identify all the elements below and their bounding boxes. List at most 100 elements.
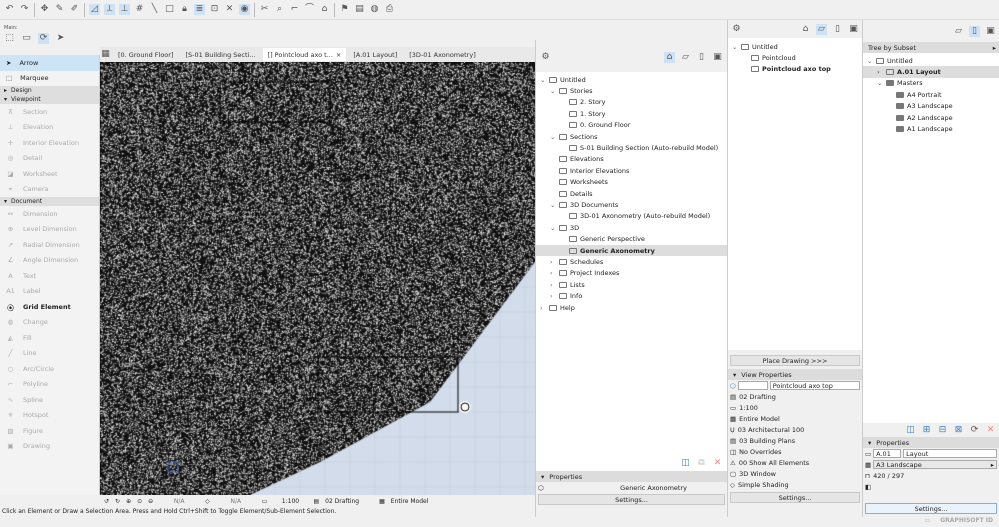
tree-item[interactable]: › Lists — [536, 279, 727, 290]
view-map-icon[interactable]: ▱ — [680, 52, 691, 63]
tool-elevation[interactable]: ⊥ Elevation — [0, 120, 99, 136]
tool-spline[interactable]: ∿ Spline — [0, 392, 99, 408]
grid-icon[interactable]: # — [134, 4, 145, 15]
guide-icon[interactable]: ⟂ — [104, 4, 115, 15]
rotate-icon[interactable]: ◇ — [205, 498, 210, 505]
tool-worksheet[interactable]: ◪ Worksheet — [0, 166, 99, 182]
navigator-options-icon[interactable]: ⚙ — [731, 24, 742, 35]
chevron-right-icon[interactable]: › — [550, 269, 556, 277]
tool-radial-dimension[interactable]: ↗ Radial Dimension — [0, 237, 99, 253]
fit-icon[interactable]: ⊖ — [148, 498, 153, 505]
3d-viewport[interactable] — [100, 62, 535, 495]
zoom-value[interactable]: N/A — [159, 498, 199, 505]
view-property-row[interactable]: ◫ No Overrides — [728, 446, 862, 457]
project-map-icon[interactable]: ⌂ — [664, 51, 675, 63]
layout-book-icon[interactable]: ▯ — [696, 52, 707, 63]
view-property-row[interactable]: ▢ 3D Window — [728, 468, 862, 479]
layout-id-field[interactable]: A.01 — [873, 449, 902, 458]
properties-header[interactable]: ▾ Properties — [863, 437, 999, 448]
place-drawing-button[interactable]: Place Drawing >>> — [730, 355, 860, 366]
chevron-down-icon[interactable]: ⌄ — [732, 43, 738, 51]
chevron-down-icon[interactable]: ⌄ — [550, 201, 556, 209]
layer-icon[interactable]: ▤ — [313, 498, 319, 505]
view-id-field[interactable] — [737, 381, 768, 390]
tool-grid-element[interactable]: ⦿ Grid Element — [0, 299, 99, 315]
refresh-icon[interactable]: ⟳ — [969, 425, 980, 436]
view-property-row[interactable]: ▤ 03 Building Plans — [728, 435, 862, 446]
master-dropdown[interactable]: A3 Landscape ▸ — [873, 460, 997, 469]
tool-interior-elevation[interactable]: ✛ Interior Elevation — [0, 135, 99, 151]
tool-arrow[interactable]: ➤ Arrow — [0, 55, 99, 71]
layer-icon[interactable]: ≣ — [194, 4, 205, 15]
view-property-row[interactable]: ▦ Entire Model — [728, 413, 862, 424]
globe-icon[interactable]: ◍ — [369, 4, 380, 15]
tool-fill[interactable]: ◭ Fill — [0, 330, 99, 346]
tree-item[interactable]: Elevations — [536, 154, 727, 165]
tree-item[interactable]: Pointcloud axo top — [728, 64, 862, 75]
tab-layout[interactable]: [A.01 Layout] — [348, 48, 402, 61]
flag-icon[interactable]: ⚑ — [339, 4, 350, 15]
tree-item[interactable]: Worksheets — [536, 177, 727, 188]
tree-item[interactable]: A4 Portrait — [863, 89, 999, 100]
tree-item[interactable]: ⌄ 3D Documents — [536, 199, 727, 210]
chevron-right-icon[interactable]: › — [550, 258, 556, 266]
zoom-in-icon[interactable]: ⊕ — [126, 498, 131, 505]
scale-icon[interactable]: ▭ — [262, 498, 268, 505]
pick-up-icon[interactable]: ✥ — [39, 4, 50, 15]
angle-value[interactable]: N/A — [216, 498, 256, 505]
settings-button[interactable]: Settings... — [538, 494, 725, 505]
tool-marquee[interactable]: ⬚ Marquee — [0, 71, 99, 87]
view-property-row[interactable]: ⚠ 00 Show All Elements — [728, 457, 862, 468]
toolbox-group-document[interactable]: ▾ Document — [0, 197, 99, 206]
tree-item[interactable]: › Info — [536, 290, 727, 301]
tree-item[interactable]: › Help — [536, 302, 727, 313]
tree-item[interactable]: Generic Axonometry — [536, 244, 727, 257]
chevron-down-icon[interactable]: ⌄ — [550, 133, 556, 141]
tree-item[interactable]: ⌄ Masters — [863, 78, 999, 89]
tab-overview-icon[interactable]: ▦ — [100, 49, 111, 60]
lock-icon[interactable]: 🔒︎ — [179, 4, 190, 15]
line-icon[interactable]: ╲ — [149, 4, 160, 15]
fillet-icon[interactable]: ⌒ — [304, 4, 315, 15]
tab-ground-floor[interactable]: [0. Ground Floor] — [113, 48, 179, 61]
gravity-icon[interactable]: ⊥ — [119, 4, 130, 15]
tool-detail[interactable]: ◎ Detail — [0, 151, 99, 167]
chevron-right-icon[interactable]: › — [550, 292, 556, 300]
window-icon[interactable]: ▭ — [925, 517, 931, 524]
house-icon[interactable]: ⌂ — [319, 4, 330, 15]
chevron-down-icon[interactable]: ⌄ — [550, 87, 556, 95]
new-subset-icon[interactable]: ⊠ — [953, 425, 964, 436]
properties-header[interactable]: ▾ Properties — [536, 471, 727, 482]
tool-section[interactable]: ⊼ Section — [0, 104, 99, 120]
scale-value[interactable]: 1:100 — [273, 498, 307, 505]
settings-button[interactable]: Settings... — [730, 492, 860, 503]
publisher-icon[interactable]: ▣ — [985, 26, 996, 37]
tool-figure[interactable]: ▨ Figure — [0, 423, 99, 439]
tree-item[interactable]: 1. Story — [536, 108, 727, 119]
snap-icon[interactable]: ◿ — [89, 4, 100, 15]
open-view-icon[interactable]: ◫ — [680, 458, 691, 469]
tree-item[interactable]: ⌄ Sections — [536, 131, 727, 142]
trim-icon[interactable]: ⌐ — [289, 4, 300, 15]
pan-icon[interactable]: ⊙ — [137, 498, 142, 505]
tool-polyline[interactable]: ⌐ Polyline — [0, 377, 99, 393]
zoom-icon[interactable]: ⌕ — [274, 4, 285, 15]
model-icon[interactable]: ▦ — [379, 498, 385, 505]
print-icon[interactable]: ⎙ — [384, 4, 395, 15]
navigator-options-icon[interactable]: ⚙ — [540, 52, 551, 63]
chevron-down-icon[interactable]: ⌄ — [540, 76, 546, 84]
layout-options-icon[interactable]: ◧ — [865, 483, 871, 491]
tool-hotspot[interactable]: ✳ Hotspot — [0, 408, 99, 424]
close-icon[interactable]: × — [336, 51, 341, 59]
tab-pointcloud-axo[interactable]: [] Pointcloud axo t... × — [262, 48, 347, 61]
tree-item[interactable]: A1 Landscape — [863, 123, 999, 134]
trace-icon[interactable]: ⊡ — [209, 4, 220, 15]
graphisoft-id-link[interactable]: GRAPHISOFT ID — [940, 517, 993, 524]
chevron-down-icon[interactable]: ⌄ — [867, 57, 873, 65]
tree-item[interactable]: Interior Elevations — [536, 165, 727, 176]
layout-book-icon[interactable]: ▯ — [969, 25, 980, 37]
undo-icon[interactable]: ↶ — [4, 4, 15, 15]
tree-mode-dropdown[interactable]: Tree by Subset ▸ — [863, 42, 999, 53]
view-property-row[interactable]: ◇ Simple Shading — [728, 479, 862, 490]
layer-combo-value[interactable]: 02 Drafting — [325, 498, 373, 505]
